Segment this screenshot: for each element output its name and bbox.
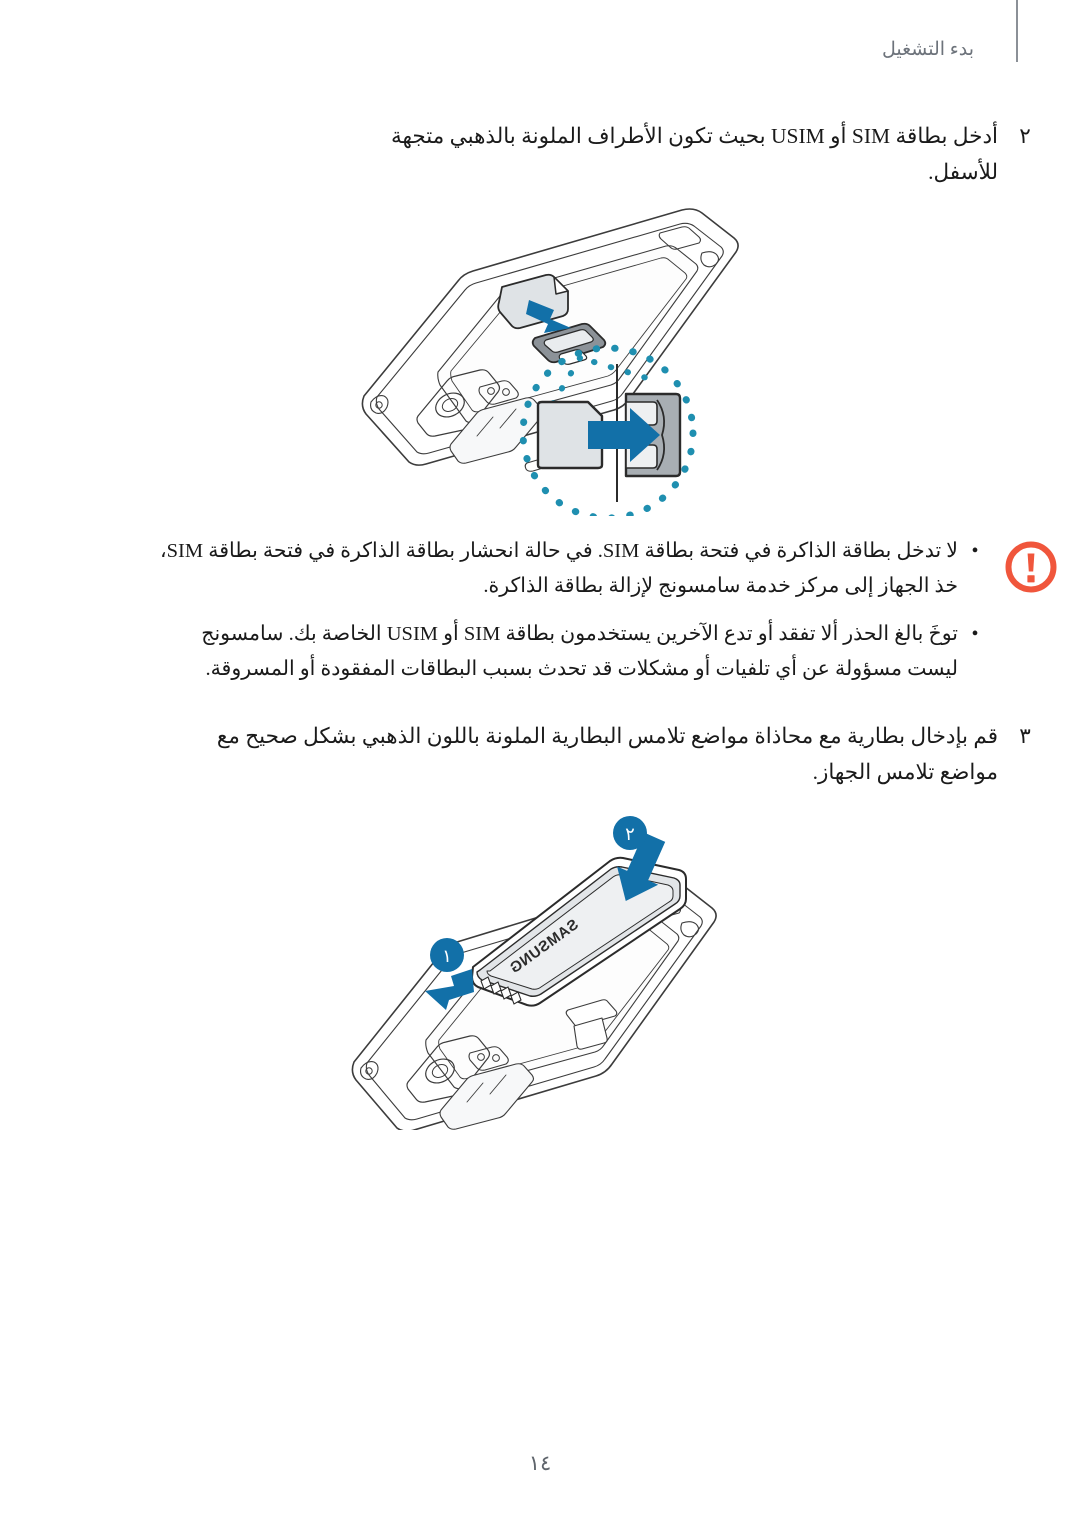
bullet-glyph: •: [971, 540, 979, 562]
warning-list: • لا تدخل بطاقة الذاكرة في فتحة بطاقة SI…: [146, 534, 984, 700]
step-3-text: قم بإدخال بطارية مع محاذاة مواضع تلامس ا…: [216, 724, 998, 784]
battery-insertion-illustration: SAMSUNG ١ ٢: [330, 800, 760, 1130]
bullet-glyph: •: [971, 623, 979, 645]
step-badge-2: ٢: [613, 816, 647, 850]
header-divider-rule: [1016, 0, 1018, 62]
step-number-3: ٣: [1019, 724, 1031, 748]
step-number-2: ٢: [1019, 124, 1031, 148]
page-number: ١٤: [528, 1451, 552, 1475]
manual-page: بدء التشغيل ٢ أدخل بطاقة SIM أو USIM بحي…: [0, 0, 1080, 1527]
warning-item: • توخَ بالغ الحذر ألا تفقد أو تدع الآخري…: [146, 617, 984, 687]
step-2: أدخل بطاقة SIM أو USIM بحيث تكون الأطراف…: [358, 118, 998, 190]
page-header: بدء التشغيل: [0, 0, 1080, 80]
warning-item: • لا تدخل بطاقة الذاكرة في فتحة بطاقة SI…: [146, 534, 984, 604]
step-3: قم بإدخال بطارية مع محاذاة مواضع تلامس ا…: [183, 718, 998, 790]
warning-item-text: توخَ بالغ الحذر ألا تفقد أو تدع الآخرين …: [201, 623, 958, 680]
step-badge-1-label: ١: [442, 946, 452, 966]
warning-exclamation-icon: [1004, 540, 1058, 594]
sim-card-insertion-illustration: [330, 186, 750, 516]
step-badge-2-label: ٢: [625, 824, 635, 844]
step-badge-1: ١: [430, 938, 464, 972]
warning-notice-block: • لا تدخل بطاقة الذاكرة في فتحة بطاقة SI…: [0, 534, 1080, 704]
header-title: بدء التشغيل: [882, 39, 974, 60]
step-2-text: أدخل بطاقة SIM أو USIM بحيث تكون الأطراف…: [390, 124, 998, 184]
warning-item-text: لا تدخل بطاقة الذاكرة في فتحة بطاقة SIM.…: [160, 540, 958, 597]
